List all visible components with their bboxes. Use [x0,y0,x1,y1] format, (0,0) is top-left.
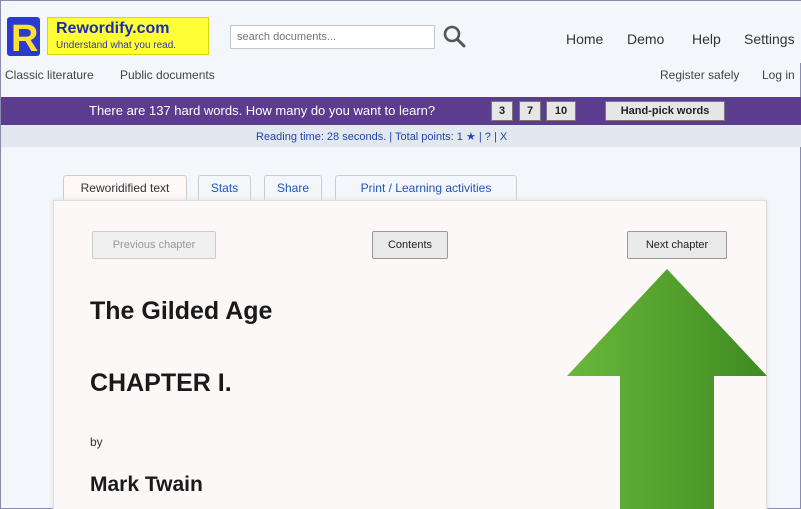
star-icon: ★ [465,131,476,143]
reading-links[interactable]: | ? | X [476,131,507,143]
contents-button[interactable]: Contents [372,231,448,259]
site-logo[interactable]: Rewordify.com Understand what you read. [47,17,209,55]
logo-tagline: Understand what you read. [56,40,177,51]
nav-help[interactable]: Help [692,31,721,47]
secondary-nav: Classic literature Public documents Regi… [1,63,801,87]
hand-pick-words-button[interactable]: Hand-pick words [605,101,725,121]
learn-3-button[interactable]: 3 [491,101,513,121]
site-header: R Rewordify.com Understand what you read… [1,1,801,63]
link-public-documents[interactable]: Public documents [120,68,215,82]
reading-time-text: Reading time: 28 seconds. | Total points… [256,131,463,143]
svg-text:R: R [11,18,38,56]
nav-home[interactable]: Home [566,31,603,47]
rewordify-r-logo-icon[interactable]: R [7,17,40,56]
book-title: The Gilded Age [90,297,273,325]
tab-stats[interactable]: Stats [198,175,251,201]
previous-chapter-button[interactable]: Previous chapter [92,231,216,259]
next-chapter-button[interactable]: Next chapter [627,231,727,259]
reading-info: Reading time: 28 seconds. | Total points… [256,130,507,143]
nav-settings[interactable]: Settings [744,31,795,47]
nav-demo[interactable]: Demo [627,31,664,47]
search-icon[interactable] [442,24,468,50]
tab-share[interactable]: Share [264,175,322,201]
author-name: Mark Twain [90,473,203,496]
learn-prompt: There are 137 hard words. How many do yo… [89,103,436,118]
reading-info-strip: Reading time: 28 seconds. | Total points… [1,125,801,147]
link-classic-literature[interactable]: Classic literature [5,68,94,82]
learn-words-bar: There are 137 hard words. How many do yo… [1,97,801,125]
green-up-arrow-icon [567,269,767,509]
link-log-in[interactable]: Log in [762,68,795,82]
logo-title: Rewordify.com [56,20,170,37]
chapter-heading: CHAPTER I. [90,369,232,397]
link-register[interactable]: Register safely [660,68,739,82]
search-input[interactable] [230,25,435,49]
tab-rewordified-text[interactable]: Reworidified text [63,175,187,201]
tab-print-learning-activities[interactable]: Print / Learning activities [335,175,517,201]
byline-by: by [90,435,103,449]
learn-7-button[interactable]: 7 [519,101,541,121]
learn-10-button[interactable]: 10 [546,101,576,121]
